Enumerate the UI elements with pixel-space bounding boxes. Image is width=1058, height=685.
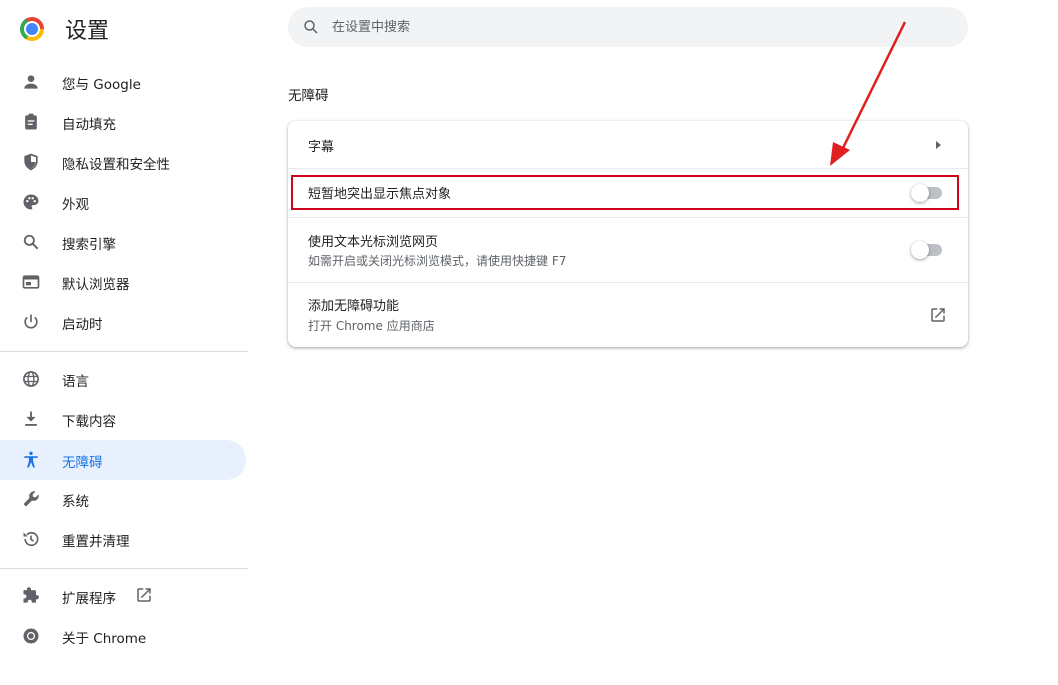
sidebar-item-accessibility[interactable]: 无障碍 (0, 440, 246, 480)
sidebar-item-label: 扩展程序 (62, 591, 116, 607)
sidebar-item-label: 您与 Google (62, 77, 141, 93)
sidebar-item-label: 关于 Chrome (62, 631, 147, 647)
person-icon (24, 75, 38, 89)
puzzle-icon (23, 587, 39, 603)
annotation-highlight-box (291, 175, 959, 210)
add-accessibility-features-row[interactable]: 添加无障碍功能 打开 Chrome 应用商店 (288, 283, 968, 347)
page-title: 设置 (65, 19, 110, 44)
sidebar-item-label: 无障碍 (62, 455, 103, 471)
wrench-icon (23, 491, 39, 507)
sidebar-item-extensions[interactable]: 扩展程序 (0, 576, 246, 616)
sidebar-item-label: 启动时 (62, 317, 103, 333)
row-title: 字幕 (308, 140, 335, 155)
sidebar-item-appearance[interactable]: 外观 (0, 182, 246, 222)
row-subtitle: 打开 Chrome 应用商店 (308, 319, 435, 333)
row-title: 使用文本光标浏览网页 (308, 235, 439, 250)
sidebar-divider (0, 568, 248, 569)
sidebar-item-downloads[interactable]: 下载内容 (0, 399, 246, 439)
caret-browsing-row[interactable]: 使用文本光标浏览网页 如需开启或关闭光标浏览模式，请使用快捷键 F7 (288, 218, 968, 282)
sidebar-item-autofill[interactable]: 自动填充 (0, 102, 246, 142)
annotation-arrow (830, 21, 907, 166)
toggle-knob (911, 241, 929, 259)
download-icon (25, 411, 37, 426)
sidebar-item-search-engine[interactable]: 搜索引擎 (0, 222, 246, 262)
section-title: 无障碍 (288, 88, 329, 104)
sidebar-item-about-chrome[interactable]: 关于 Chrome (0, 616, 246, 656)
sidebar-item-on-startup[interactable]: 启动时 (0, 302, 246, 342)
sidebar-item-label: 隐私设置和安全性 (62, 157, 170, 173)
app-header: 设置 (0, 0, 248, 58)
sidebar-item-languages[interactable]: 语言 (0, 359, 246, 399)
sidebar-item-label: 下载内容 (62, 414, 116, 430)
row-subtitle: 如需开启或关闭光标浏览模式，请使用快捷键 F7 (308, 254, 567, 268)
sidebar-item-privacy[interactable]: 隐私设置和安全性 (0, 142, 246, 182)
sidebar-item-label: 默认浏览器 (62, 277, 130, 293)
accessibility-icon (24, 451, 38, 468)
sidebar-item-label: 搜索引擎 (62, 237, 116, 253)
shield-icon (24, 153, 38, 171)
chrome-logo-icon (20, 17, 44, 41)
chrome-icon (23, 628, 39, 644)
sidebar-item-system[interactable]: 系统 (0, 479, 246, 519)
caret-browsing-toggle[interactable] (911, 241, 944, 259)
sidebar-item-label: 自动填充 (62, 117, 116, 133)
search-icon (304, 20, 318, 34)
sidebar-item-label: 语言 (62, 374, 89, 390)
open-in-new-icon (137, 588, 151, 602)
history-icon (23, 531, 39, 547)
row-title: 添加无障碍功能 (308, 299, 400, 314)
sidebar-item-label: 外观 (62, 197, 89, 213)
globe-icon (23, 371, 39, 387)
sidebar-item-reset[interactable]: 重置并清理 (0, 519, 246, 559)
search-icon (23, 234, 39, 250)
sidebar-item-label: 系统 (62, 494, 89, 510)
sidebar-divider (0, 351, 248, 352)
power-icon (24, 314, 38, 329)
open-in-new-icon[interactable] (929, 306, 947, 324)
sidebar-item-default-browser[interactable]: 默认浏览器 (0, 262, 246, 302)
sidebar-item-label: 重置并清理 (62, 534, 130, 550)
palette-icon (23, 194, 39, 210)
browser-icon (22, 275, 40, 289)
chevron-right-icon[interactable] (932, 139, 944, 151)
clipboard-icon (25, 113, 37, 130)
sidebar-item-you-and-google[interactable]: 您与 Google (0, 62, 246, 102)
